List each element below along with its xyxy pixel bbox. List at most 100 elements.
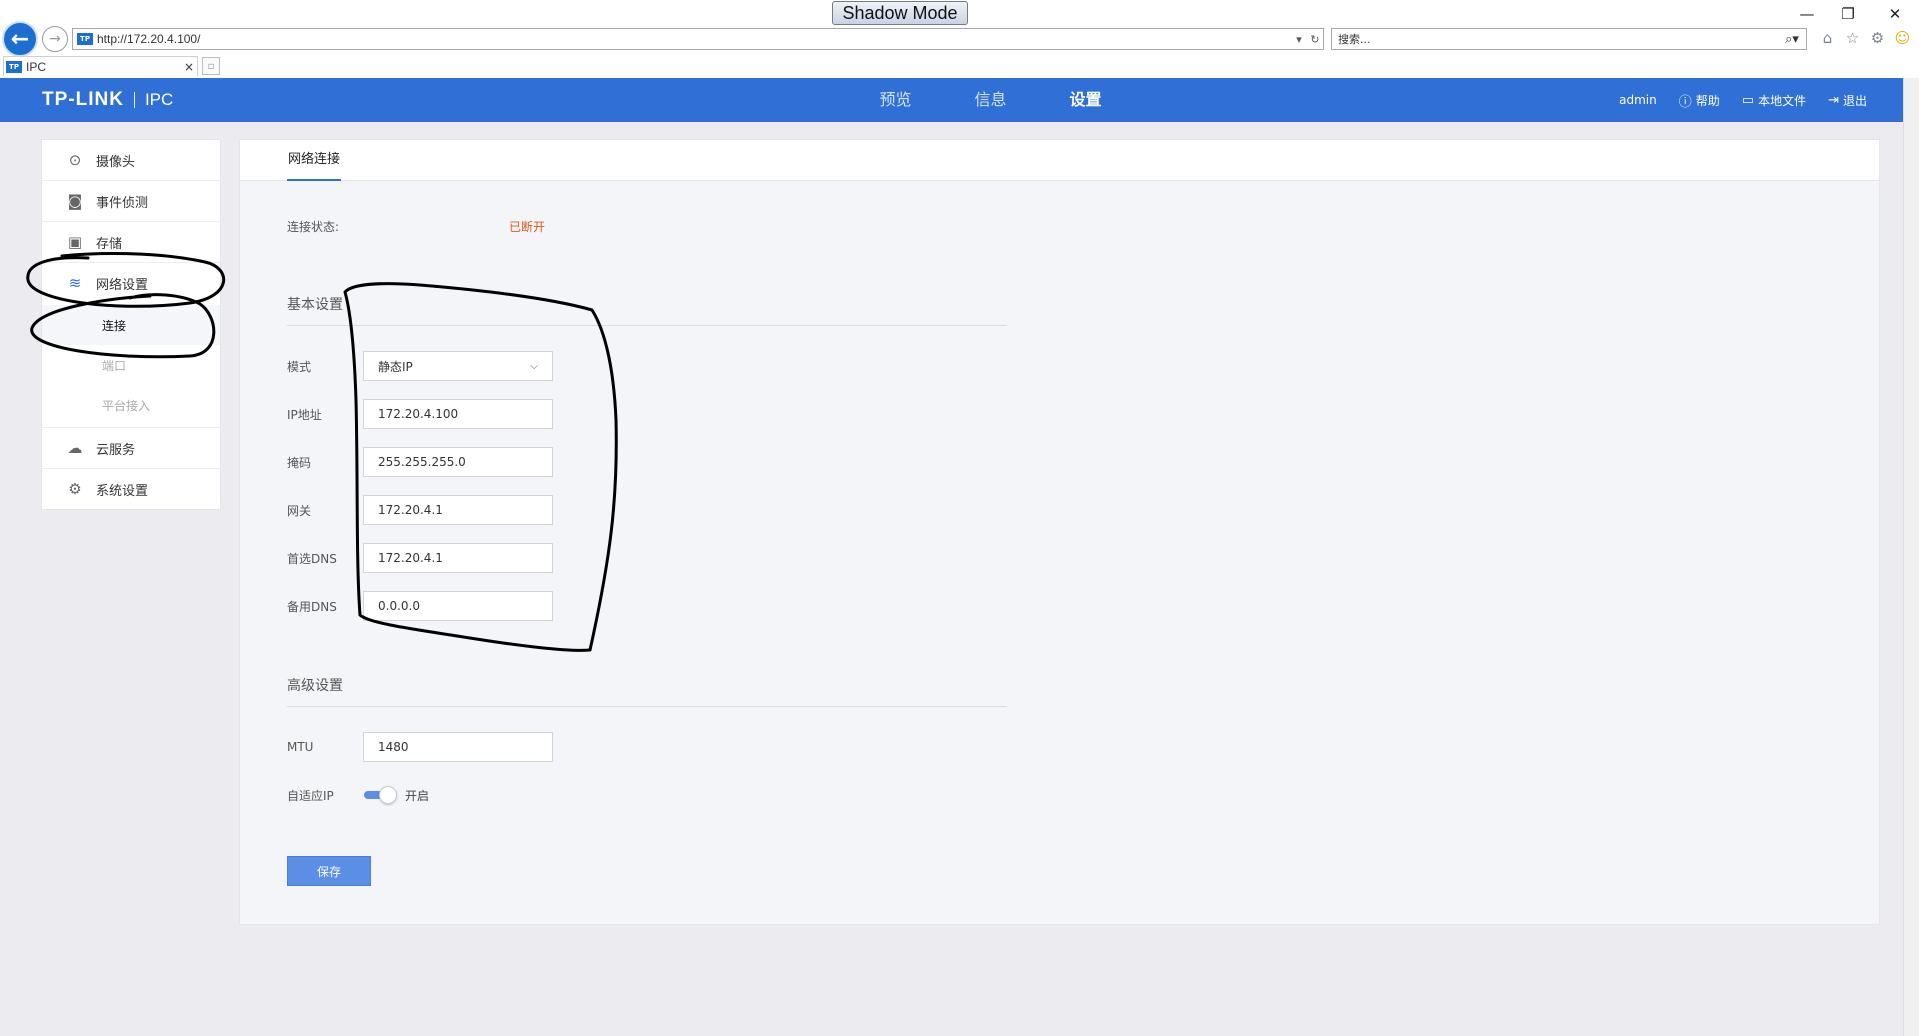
gateway-label: 网关	[287, 503, 312, 518]
wifi-icon: ≋	[68, 274, 82, 292]
sidebar-item-system-settings[interactable]: ⚙ 系统设置	[42, 469, 220, 509]
header-right: admin ⓘ 帮助 ▭ 本地文件 ⇥ 退出	[1619, 78, 1867, 122]
search-placeholder: 搜索...	[1338, 33, 1371, 46]
field-row-mask: 掩码 255.255.255.0	[287, 447, 553, 477]
address-dropdown-icon[interactable]: ▾	[1291, 33, 1307, 46]
sidebar-item-event-detection[interactable]: ◙ 事件侦测	[42, 181, 220, 221]
storage-disk-icon: ▣	[67, 233, 83, 251]
section-divider	[287, 706, 1007, 707]
sidebar-label-cloud-service: 云服务	[96, 442, 136, 458]
refresh-icon[interactable]: ↻	[1307, 33, 1323, 46]
sidebar-item-storage[interactable]: ▣ 存储	[42, 222, 220, 262]
page-scrollbar[interactable]	[1903, 78, 1919, 1036]
primary-dns-label: 首选DNS	[287, 551, 337, 566]
mtu-label: MTU	[287, 740, 314, 754]
top-nav: 预览 信息 设置	[848, 78, 1133, 122]
mode-select[interactable]: 静态IP ⌵	[363, 351, 553, 381]
secondary-dns-label: 备用DNS	[287, 599, 337, 614]
help-link[interactable]: ⓘ 帮助	[1679, 91, 1720, 110]
sidebar-subitem-connection[interactable]: 连接	[42, 305, 220, 345]
sidebar-subitem-platform-access[interactable]: 平台接入	[42, 385, 220, 425]
sidebar-item-network-settings[interactable]: ≋ 网络设置	[42, 263, 220, 303]
favorites-star-icon[interactable]: ☆	[1843, 28, 1862, 48]
sidebar-subitem-port[interactable]: 端口	[42, 345, 220, 385]
content-panel: 网络连接 连接状态: 已断开 基本设置 模式 静态IP ⌵ IP地址 172.2…	[239, 139, 1880, 925]
camera-icon: ◙	[67, 192, 83, 210]
adaptive-ip-row: 自适应IP 开启	[287, 783, 429, 807]
help-circle-icon: ⓘ	[1678, 94, 1692, 110]
secondary-dns-input[interactable]: 0.0.0.0	[363, 591, 553, 621]
nav-info[interactable]: 信息	[943, 78, 1038, 122]
nav-preview[interactable]: 预览	[848, 78, 943, 122]
feedback-smiley-icon[interactable]: ☺	[1893, 28, 1912, 48]
sidebar-item-camera[interactable]: ⊙ 摄像头	[42, 140, 220, 180]
logo-separator	[133, 92, 135, 108]
local-files-label: 本地文件	[1758, 93, 1807, 108]
adaptive-ip-state: 开启	[405, 788, 430, 803]
settings-gear-icon[interactable]: ⚙	[1868, 28, 1887, 48]
save-button[interactable]: 保存	[287, 856, 371, 886]
field-row-ip: IP地址 172.20.4.100	[287, 399, 553, 429]
mode-select-value: 静态IP	[378, 359, 413, 374]
section-divider	[287, 325, 1007, 326]
minimize-icon[interactable]: —	[1792, 4, 1822, 24]
chevron-down-icon: ⌵	[530, 360, 538, 372]
folder-icon: ▭	[1741, 92, 1755, 108]
restore-icon[interactable]: ❐	[1833, 4, 1863, 24]
field-row-mode: 模式 静态IP ⌵	[287, 351, 553, 381]
sidebar-item-cloud-service[interactable]: ☁ 云服务	[42, 428, 220, 468]
field-row-gateway: 网关 172.20.4.1	[287, 495, 553, 525]
gateway-input[interactable]: 172.20.4.1	[363, 495, 553, 525]
field-row-dns2: 备用DNS 0.0.0.0	[287, 591, 553, 621]
adaptive-ip-label: 自适应IP	[287, 788, 334, 803]
content-tabbar: 网络连接	[240, 140, 1879, 181]
shadow-mode-button[interactable]: Shadow Mode	[832, 1, 968, 25]
sidebar-label-network-settings: 网络设置	[96, 277, 149, 293]
forward-arrow-icon[interactable]: →	[42, 26, 68, 52]
sidebar-label-storage: 存储	[96, 236, 123, 252]
mode-label: 模式	[287, 359, 312, 374]
browser-search-input[interactable]: 搜索... ⌕▾	[1331, 28, 1807, 50]
mtu-input[interactable]: 1480	[363, 732, 553, 762]
nav-settings[interactable]: 设置	[1038, 78, 1133, 122]
tab-close-icon[interactable]: ×	[181, 60, 197, 74]
webcam-icon: ⊙	[68, 151, 82, 169]
settings-sidebar: ⊙ 摄像头 ◙ 事件侦测 ▣ 存储 ≋ 网络设置 连接 端口 平台接入 ☁ 云服…	[41, 139, 221, 510]
browser-chrome: Shadow Mode — ❐ ✕ ← → TP http://172.20.4…	[0, 0, 1919, 78]
section-title-advanced: 高级设置	[287, 678, 343, 694]
tplink-logo: TP-LINK IPC	[42, 89, 173, 111]
app-header: TP-LINK IPC 预览 信息 设置 admin ⓘ 帮助 ▭ 本地文件 ⇥…	[0, 78, 1903, 122]
tab-title: IPC	[26, 59, 47, 74]
local-files-link[interactable]: ▭ 本地文件	[1742, 92, 1806, 109]
sidebar-label-camera: 摄像头	[96, 154, 136, 170]
search-icon[interactable]: ⌕▾	[1778, 32, 1806, 47]
logo-product: IPC	[144, 90, 174, 109]
ip-address-input[interactable]: 172.20.4.100	[363, 399, 553, 429]
connection-status-value: 已断开	[509, 220, 546, 234]
help-label: 帮助	[1695, 93, 1720, 108]
primary-dns-input[interactable]: 172.20.4.1	[363, 543, 553, 573]
tab-network-connection[interactable]: 网络连接	[287, 140, 342, 181]
subnet-mask-input[interactable]: 255.255.255.0	[363, 447, 553, 477]
back-arrow-icon[interactable]: ←	[2, 21, 38, 57]
logout-label: 退出	[1842, 93, 1867, 108]
browser-tab-ipc[interactable]: TP IPC ×	[3, 56, 198, 76]
toggle-knob[interactable]	[379, 786, 397, 804]
mask-label: 掩码	[287, 455, 312, 470]
cloud-icon: ☁	[67, 439, 83, 457]
user-name: admin	[1619, 93, 1657, 107]
adaptive-ip-toggle[interactable]	[363, 786, 397, 804]
tplink-favicon-icon: TP	[77, 33, 93, 45]
home-icon[interactable]: ⌂	[1818, 28, 1837, 48]
address-bar[interactable]: TP http://172.20.4.100/ ▾ ↻	[72, 28, 1324, 50]
section-title-basic: 基本设置	[287, 297, 343, 313]
ip-label: IP地址	[287, 407, 322, 422]
field-row-dns1: 首选DNS 172.20.4.1	[287, 543, 553, 573]
browser-toolbar-icons: ⌂ ☆ ⚙ ☺	[1818, 28, 1912, 48]
logout-link[interactable]: ⇥ 退出	[1828, 92, 1867, 109]
new-tab-icon[interactable]: ▫	[202, 57, 220, 75]
address-url[interactable]: http://172.20.4.100/	[97, 32, 1291, 46]
close-icon[interactable]: ✕	[1880, 4, 1910, 24]
connection-status-row: 连接状态: 已断开	[287, 218, 545, 235]
connection-status-label: 连接状态:	[287, 220, 340, 234]
